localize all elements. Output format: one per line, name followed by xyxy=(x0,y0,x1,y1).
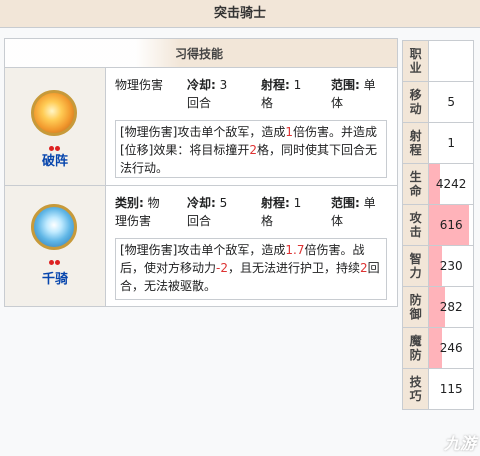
skill-range: 射程: 1格 xyxy=(261,78,302,110)
stat-number: 4242 xyxy=(435,177,467,191)
watermark-logo: 九游 xyxy=(443,434,476,453)
stat-number: 616 xyxy=(439,218,463,232)
stat-number: 282 xyxy=(439,300,463,314)
skill-area: 范围: 单体 xyxy=(331,78,376,110)
stat-value: 616 xyxy=(428,204,474,246)
page-frame: 突击骑士 习得技能 破阵 物理伤害 冷却: 3 回合 射程: 1格 范围: 单 … xyxy=(0,0,480,456)
stat-value: 5 xyxy=(428,81,474,123)
stat-row: 移动 5 xyxy=(401,81,474,123)
stat-label: 技巧 xyxy=(401,368,430,410)
stat-number: 230 xyxy=(439,259,463,273)
stats-table: 职业移动 5 射程 1 生命 4242 攻击 616 智力 230 防御 282 魔防 246 技巧 115 xyxy=(401,40,474,410)
stat-label: 智力 xyxy=(401,245,430,287)
skill-type: 类别: 物理伤害 xyxy=(115,196,160,228)
skill-area: 范围: 单体 xyxy=(331,196,376,228)
stat-number: 115 xyxy=(439,382,463,396)
skill-type: 物理伤害 xyxy=(115,78,164,92)
stat-row: 射程 1 xyxy=(401,122,474,164)
stat-value: 230 xyxy=(428,245,474,287)
stat-number: 5 xyxy=(447,95,455,109)
stat-label: 射程 xyxy=(401,122,430,164)
stat-label: 防御 xyxy=(401,286,430,328)
stat-label: 魔防 xyxy=(401,327,430,369)
stat-value: 1 xyxy=(428,122,474,164)
page-title: 突击骑士 xyxy=(0,0,480,28)
stat-label: 移动 xyxy=(401,81,430,123)
stat-row: 攻击 616 xyxy=(401,204,474,246)
stat-label: 生命 xyxy=(401,163,430,205)
stat-label: 攻击 xyxy=(401,204,430,246)
skill-icon-cell: 千骑 xyxy=(5,186,106,306)
stat-number: 246 xyxy=(439,341,463,355)
stat-row: 技巧 115 xyxy=(401,368,474,410)
fire-skill-icon xyxy=(31,90,77,151)
stat-label: 职业 xyxy=(401,40,430,82)
stat-row: 生命 4242 xyxy=(401,163,474,205)
skill-range: 射程: 1格 xyxy=(261,196,302,228)
stat-value: 282 xyxy=(428,286,474,328)
skill-icon-cell: 破阵 xyxy=(5,68,106,186)
stat-row: 职业 xyxy=(401,40,474,82)
stat-value: 4242 xyxy=(428,163,474,205)
stat-row: 防御 282 xyxy=(401,286,474,328)
skills-header-label: 习得技能 xyxy=(175,47,224,61)
skill-row: 破阵 物理伤害 冷却: 3 回合 射程: 1格 范围: 单体 [物理伤害]攻击单个… xyxy=(5,67,397,186)
skill-name-link[interactable]: 破阵 xyxy=(5,150,105,169)
skill-description: [物理伤害]攻击单个敌军，造成1倍伤害。并造成[位移]效果：将目标撞开2格，同时… xyxy=(115,120,387,178)
stat-row: 智力 230 xyxy=(401,245,474,287)
stat-number: 1 xyxy=(447,136,455,150)
skill-cooldown: 冷却: 3 回合 xyxy=(187,78,228,110)
stat-value xyxy=(428,40,474,82)
skill-row: 千骑 类别: 物理伤害 冷却: 5 回合 射程: 1格 范围: 单体 [物理伤害]… xyxy=(5,185,397,306)
stat-value: 115 xyxy=(428,368,474,410)
stat-row: 魔防 246 xyxy=(401,327,474,369)
skill-description: [物理伤害]攻击单个敌军，造成1.7倍伤害。战后，使对方移动力-2，且无法进行护… xyxy=(115,238,387,300)
stat-value: 246 xyxy=(428,327,474,369)
skills-panel: 习得技能 破阵 物理伤害 冷却: 3 回合 射程: 1格 范围: 单体 [物理伤… xyxy=(4,38,398,307)
skill-cooldown: 冷却: 5 回合 xyxy=(187,196,228,228)
water-skill-icon xyxy=(31,204,77,265)
skill-name-link[interactable]: 千骑 xyxy=(5,268,105,287)
